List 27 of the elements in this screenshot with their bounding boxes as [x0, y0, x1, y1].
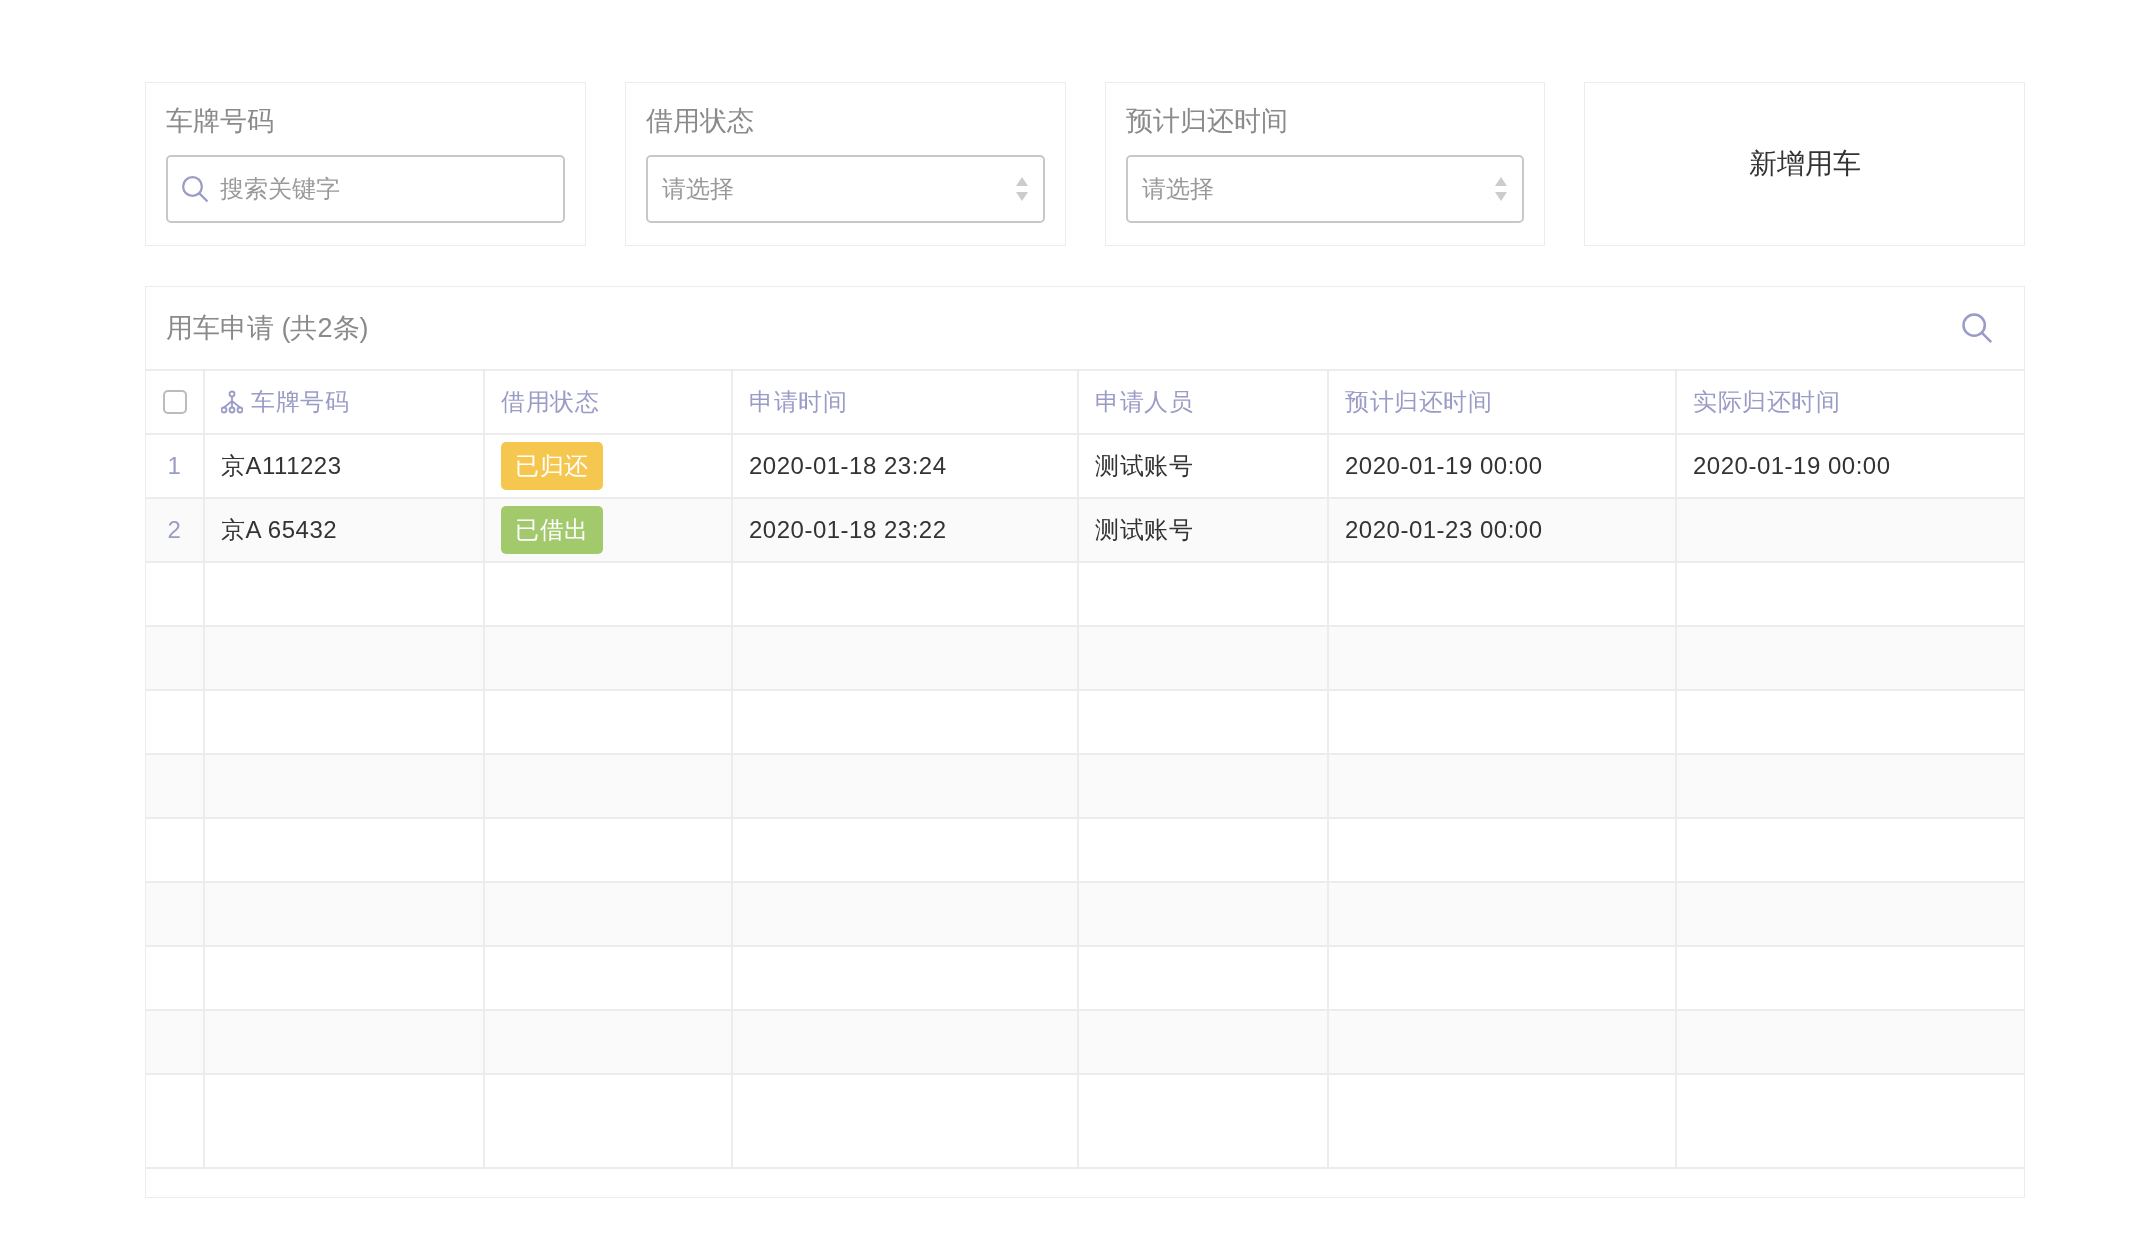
status-tag: 已归还 — [501, 442, 603, 490]
filter-label: 预计归还时间 — [1125, 105, 1288, 138]
row-number-cell: 2 — [146, 499, 205, 563]
select-dropdown[interactable]: 请选择 — [645, 155, 1045, 223]
table-cell: 京A 65432 — [205, 499, 485, 563]
column-header[interactable]: 申请时间 — [749, 386, 847, 418]
column-header[interactable]: 实际归还时间 — [1693, 386, 1840, 418]
filter-label: 车牌号码 — [166, 105, 274, 138]
column-header[interactable]: 车牌号码 — [251, 386, 349, 418]
sort-arrows-icon — [1494, 176, 1509, 202]
filter-label: 借用状态 — [645, 105, 754, 138]
search-icon — [180, 174, 210, 204]
search-field[interactable]: 搜索关键字 — [166, 155, 565, 223]
search-icon — [1960, 311, 1994, 345]
select-dropdown[interactable]: 请选择 — [1125, 155, 1525, 223]
hierarchy-icon — [221, 390, 243, 414]
table-cell: 2020-01-23 00:00 — [1329, 499, 1677, 563]
add-car-button[interactable]: 新增用车 — [1738, 139, 1871, 189]
column-header[interactable]: 申请人员 — [1095, 386, 1193, 418]
table-title: 用车申请 (共2条) — [166, 312, 369, 345]
select-all-checkbox[interactable] — [162, 390, 187, 414]
column-header[interactable]: 借用状态 — [501, 386, 599, 418]
table-cell: 2020-01-18 23:22 — [733, 499, 1079, 563]
sort-arrows-icon — [1014, 176, 1029, 202]
table-cell: 测试账号 — [1079, 499, 1329, 563]
status-tag: 已借出 — [501, 506, 603, 554]
column-header[interactable]: 预计归还时间 — [1345, 386, 1492, 418]
